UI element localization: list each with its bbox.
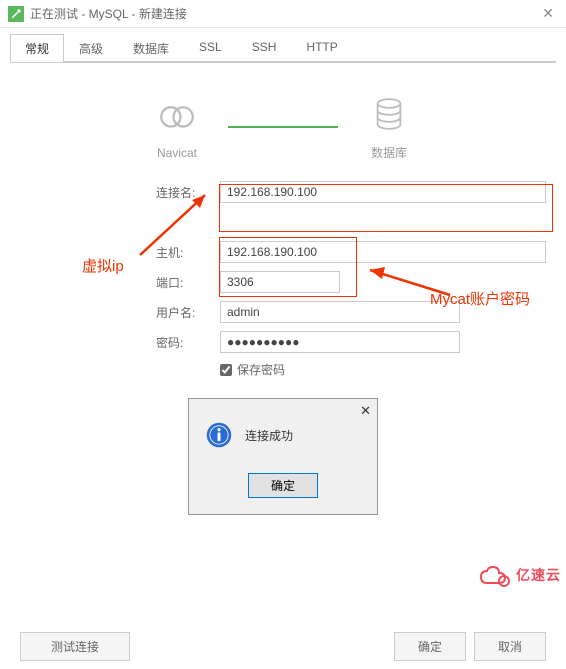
test-connection-button[interactable]: 测试连接	[20, 632, 130, 661]
port-label: 端口:	[150, 274, 220, 291]
tab-advanced[interactable]: 高级	[64, 34, 118, 62]
user-label: 用户名:	[150, 304, 220, 321]
database-icon	[368, 93, 410, 138]
watermark: 亿速云	[477, 565, 561, 589]
connection-diagram: Navicat 数据库	[20, 93, 546, 161]
info-icon	[205, 421, 233, 449]
pass-label: 密码:	[150, 334, 220, 351]
conn-name-label: 连接名:	[150, 184, 220, 201]
ok-button[interactable]: 确定	[394, 632, 466, 661]
tab-general[interactable]: 常规	[10, 34, 64, 62]
msgbox-close-icon[interactable]: ✕	[360, 403, 371, 419]
host-label: 主机:	[150, 244, 220, 261]
conn-name-input[interactable]: 192.168.190.100	[220, 181, 546, 203]
tab-ssl[interactable]: SSL	[184, 34, 237, 62]
navicat-icon	[156, 95, 198, 140]
save-pass-label: 保存密码	[237, 361, 285, 378]
database-label: 数据库	[371, 144, 407, 161]
message-box: ✕ 连接成功 确定	[188, 398, 378, 515]
cancel-button[interactable]: 取消	[474, 632, 546, 661]
connection-line	[228, 126, 338, 128]
host-input[interactable]: 192.168.190.100	[220, 241, 546, 263]
tab-http[interactable]: HTTP	[291, 34, 352, 62]
tabs-bar: 常规 高级 数据库 SSL SSH HTTP	[0, 28, 566, 62]
user-input[interactable]: admin	[220, 301, 460, 323]
msgbox-ok-button[interactable]: 确定	[248, 473, 318, 498]
msgbox-text: 连接成功	[245, 427, 293, 444]
port-input[interactable]: 3306	[220, 271, 340, 293]
pass-input[interactable]: ●●●●●●●●●●	[220, 331, 460, 353]
virtual-ip-annotation: 虚拟ip	[82, 255, 124, 276]
window-title: 正在测试 - MySQL - 新建连接	[30, 5, 538, 22]
tab-ssh[interactable]: SSH	[237, 34, 292, 62]
window-close-icon[interactable]: ✕	[538, 5, 558, 22]
save-pass-checkbox[interactable]	[220, 364, 232, 376]
mycat-annotation: Mycat账户密码	[430, 288, 530, 309]
tab-database[interactable]: 数据库	[118, 34, 184, 62]
app-icon	[8, 6, 24, 22]
navicat-label: Navicat	[157, 146, 197, 160]
